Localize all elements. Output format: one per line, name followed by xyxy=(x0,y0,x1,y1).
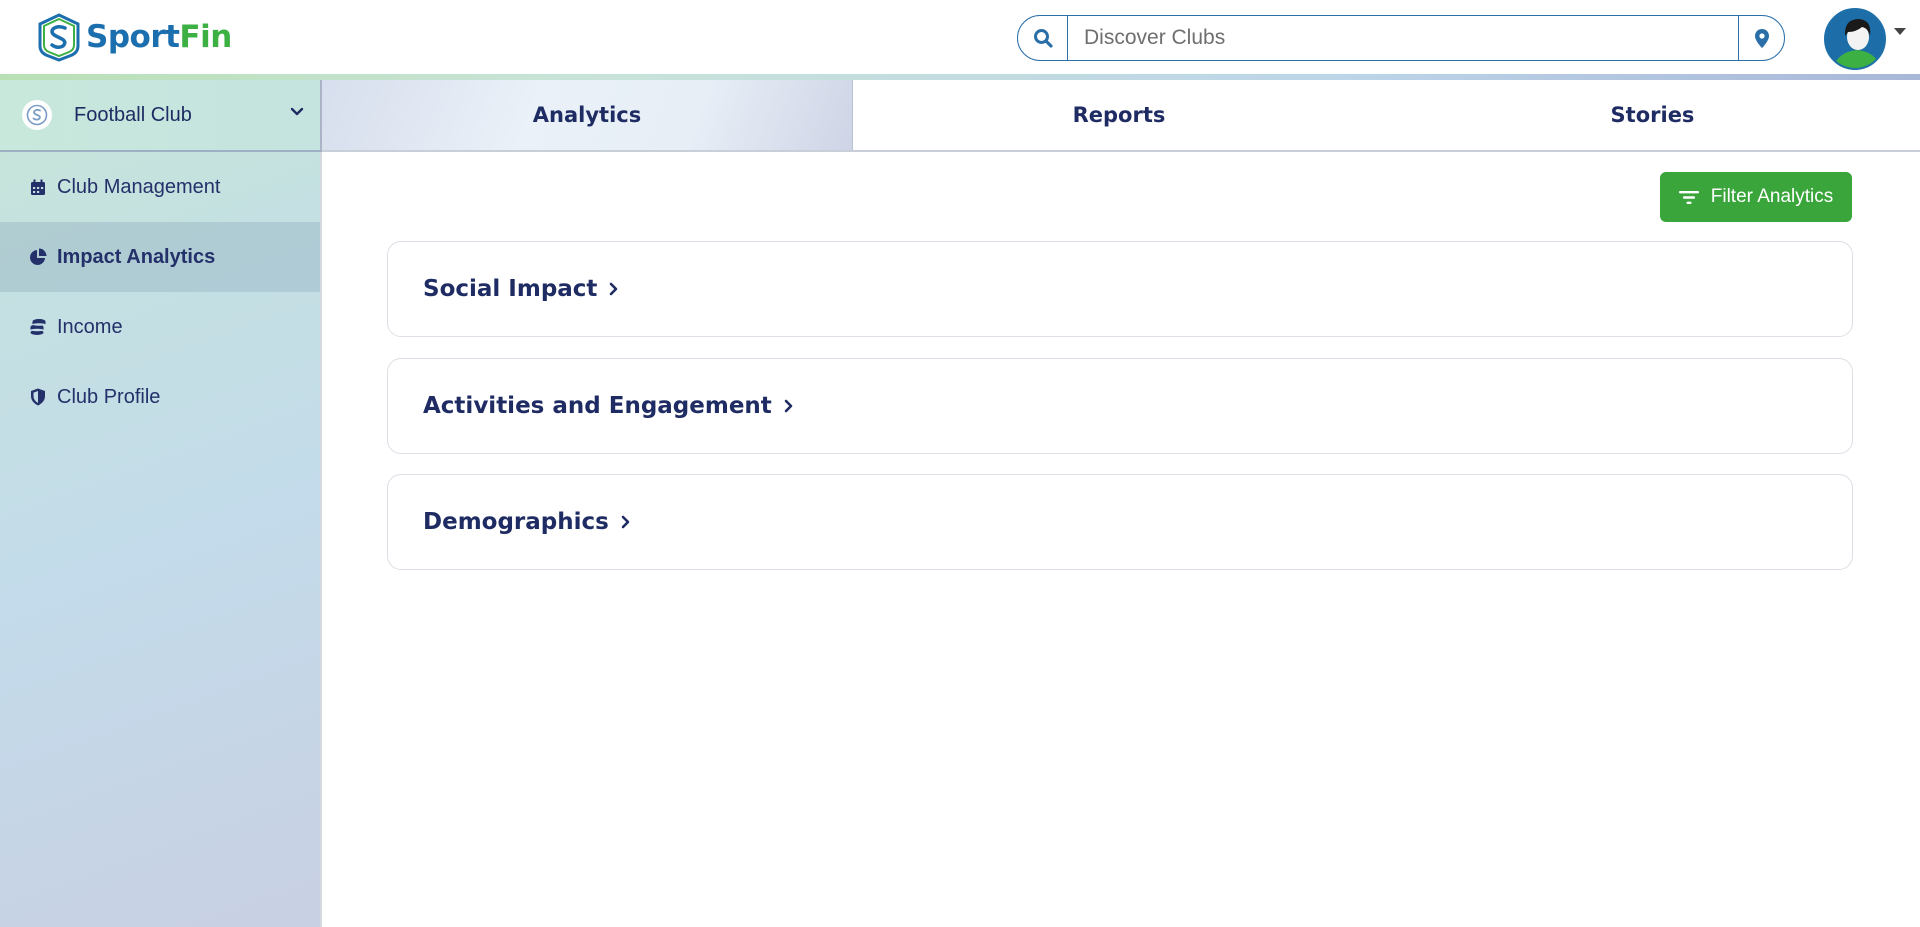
search-icon xyxy=(1033,29,1053,48)
sidebar-item-club-management[interactable]: Club Management xyxy=(0,152,320,222)
location-button[interactable] xyxy=(1738,16,1784,60)
tab-stories[interactable]: Stories xyxy=(1385,80,1920,150)
search-bar xyxy=(1017,15,1785,61)
shield-icon xyxy=(29,388,47,406)
search-input[interactable] xyxy=(1068,16,1738,60)
sidebar-item-income[interactable]: Income xyxy=(0,292,320,362)
sidebar-nav: Club Management Impact Analytics Income … xyxy=(0,152,320,432)
filter-analytics-button[interactable]: Filter Analytics xyxy=(1660,172,1852,222)
section-demographics[interactable]: Demographics xyxy=(387,474,1853,570)
sidebar-item-club-profile[interactable]: Club Profile xyxy=(0,362,320,432)
top-header: SportFin xyxy=(0,0,1920,80)
pie-chart-icon xyxy=(29,248,47,266)
section-title: Activities and Engagement xyxy=(423,393,772,419)
club-selector[interactable]: Football Club xyxy=(0,80,322,152)
logo-mark-icon xyxy=(38,13,80,62)
chevron-down-icon xyxy=(290,107,304,116)
tab-bar: Analytics Reports Stories xyxy=(322,80,1920,152)
section-activities-and-engagement[interactable]: Activities and Engagement xyxy=(387,358,1853,454)
chevron-right-icon xyxy=(621,515,631,529)
chevron-right-icon xyxy=(609,282,619,296)
sidebar-item-label: Club Profile xyxy=(57,385,161,408)
user-avatar-icon xyxy=(1826,10,1884,68)
section-title: Social Impact xyxy=(423,276,598,302)
sportfin-logo[interactable]: SportFin xyxy=(34,12,232,62)
user-avatar[interactable] xyxy=(1824,8,1886,70)
filter-icon xyxy=(1678,190,1699,204)
tab-reports[interactable]: Reports xyxy=(853,80,1385,150)
sidebar: Football Club Club Management Impact Ana… xyxy=(0,80,322,927)
account-menu-caret-icon[interactable] xyxy=(1894,28,1906,35)
club-selector-label: Football Club xyxy=(74,103,192,126)
coins-icon xyxy=(29,318,47,336)
map-pin-icon xyxy=(1754,28,1769,48)
section-title: Demographics xyxy=(423,509,609,535)
chevron-right-icon xyxy=(784,399,794,413)
tab-analytics[interactable]: Analytics xyxy=(322,80,853,150)
calendar-icon xyxy=(29,178,47,196)
sidebar-item-label: Club Management xyxy=(57,175,221,198)
club-logo-icon xyxy=(22,100,52,130)
filter-analytics-label: Filter Analytics xyxy=(1710,186,1834,207)
section-social-impact[interactable]: Social Impact xyxy=(387,241,1853,337)
search-button[interactable] xyxy=(1018,16,1068,60)
sidebar-item-label: Impact Analytics xyxy=(57,245,216,268)
sidebar-item-label: Income xyxy=(57,315,123,338)
logo-text: SportFin xyxy=(86,19,232,55)
sidebar-item-impact-analytics[interactable]: Impact Analytics xyxy=(0,222,320,292)
